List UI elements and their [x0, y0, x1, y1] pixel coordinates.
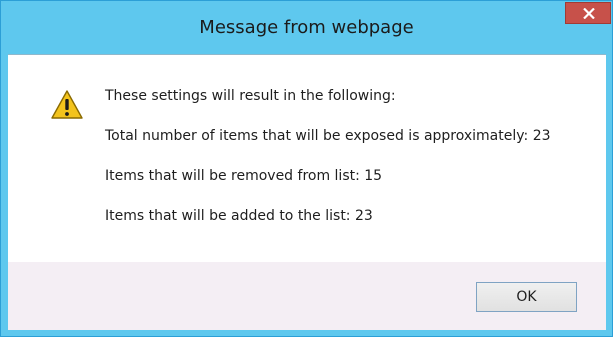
button-bar: OK	[8, 262, 606, 330]
ok-button[interactable]: OK	[476, 282, 577, 312]
dialog-content: These settings will result in the follow…	[8, 54, 606, 330]
message-line-removed: Items that will be removed from list: 15	[105, 168, 383, 184]
message-line-added: Items that will be added to the list: 23	[105, 208, 373, 224]
message-dialog: Message from webpage These settings will…	[0, 0, 613, 337]
close-button[interactable]	[565, 2, 611, 24]
title-bar[interactable]: Message from webpage	[1, 1, 612, 52]
close-icon	[583, 8, 595, 19]
message-line-total-exposed: Total number of items that will be expos…	[105, 128, 551, 144]
warning-icon	[51, 90, 83, 119]
message-line-intro: These settings will result in the follow…	[105, 88, 396, 104]
dialog-title: Message from webpage	[199, 17, 414, 38]
